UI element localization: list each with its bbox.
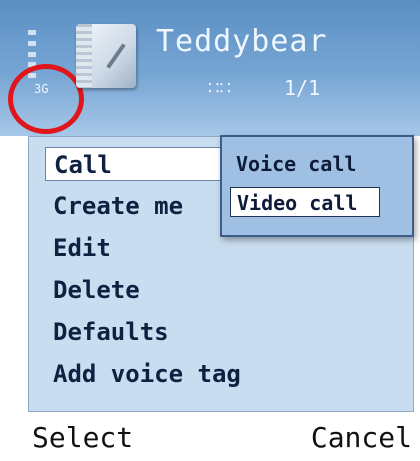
contact-name: Teddybear <box>156 24 328 59</box>
menu-item-edit[interactable]: Edit <box>53 231 111 265</box>
highlight-ring <box>8 64 84 134</box>
menu-item-create-message[interactable]: Create me <box>53 189 183 223</box>
group-icon: ∷∷ <box>208 78 231 99</box>
softkey-bar: Select Cancel <box>0 415 420 461</box>
menu-item-add-voice-tag[interactable]: Add voice tag <box>53 357 241 391</box>
contact-card-icon <box>76 24 136 88</box>
menu-item-delete[interactable]: Delete <box>53 273 140 307</box>
cancel-softkey[interactable]: Cancel <box>311 421 412 454</box>
submenu-item-video-call[interactable]: Video call <box>230 187 380 217</box>
submenu-item-voice-call[interactable]: Voice call <box>236 149 356 179</box>
contact-header: 3G Teddybear ∷∷ 1/1 <box>0 0 420 136</box>
page-count: 1/1 <box>284 76 321 100</box>
select-softkey[interactable]: Select <box>32 421 133 454</box>
menu-item-defaults[interactable]: Defaults <box>53 315 169 349</box>
call-submenu: Voice call Video call <box>220 135 414 237</box>
